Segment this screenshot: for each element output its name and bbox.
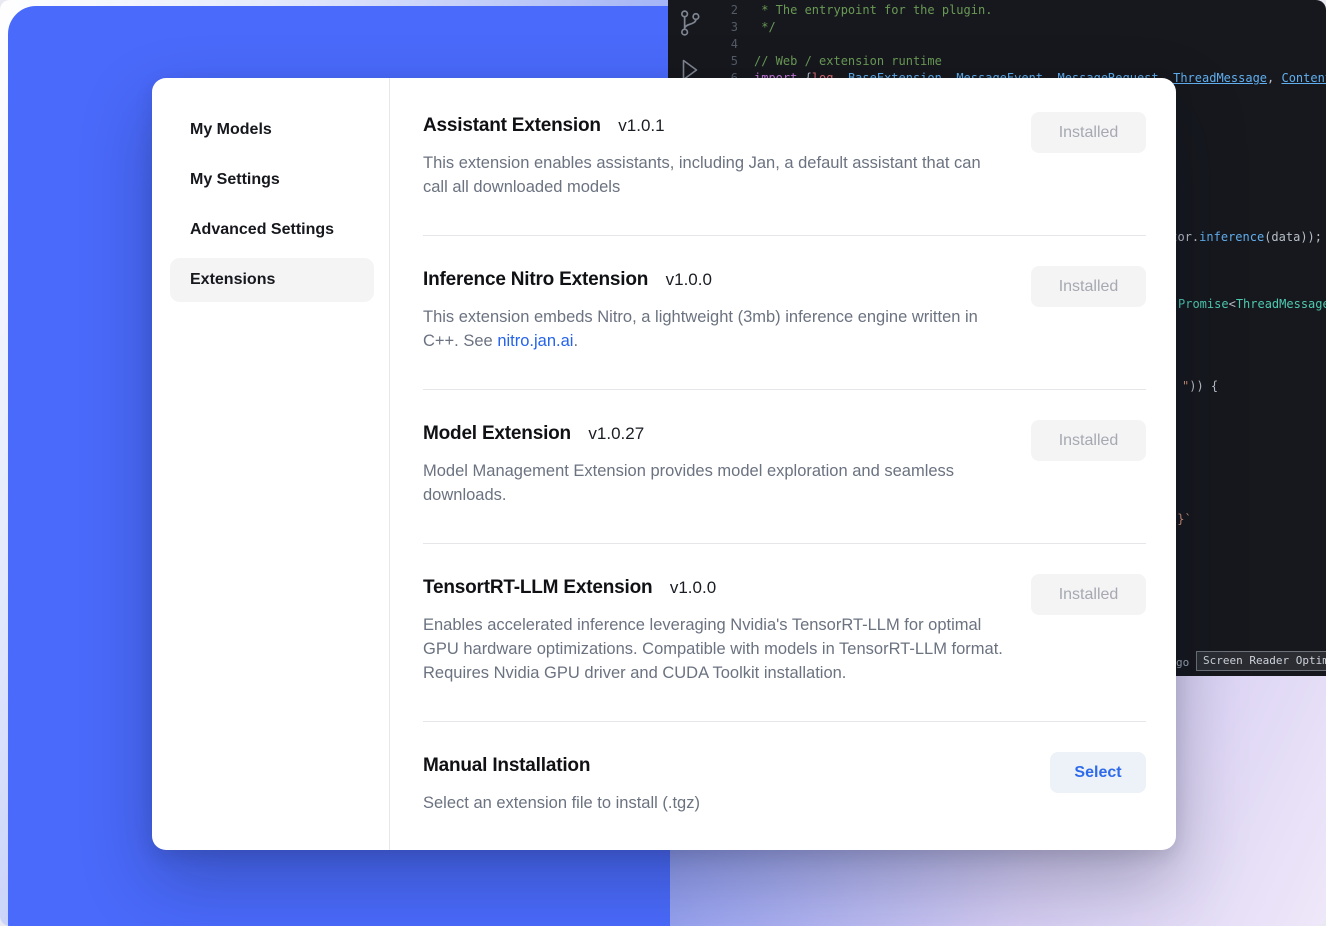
statusbar-text: go (1176, 656, 1189, 669)
extension-description: This extension embeds Nitro, a lightweig… (423, 305, 1003, 353)
settings-modal: My Models My Settings Advanced Settings … (152, 78, 1176, 850)
extension-info: TensortRT-LLM Extension v1.0.0 Enables a… (423, 574, 1003, 685)
extension-info: Model Extension v1.0.27 Model Management… (423, 420, 1003, 507)
code-fragment: rator.inference(data)); (1156, 229, 1322, 245)
sidebar-item-label: My Models (190, 121, 272, 139)
code-line: 5 // Web / extension runtime (712, 53, 1326, 70)
extension-version: v1.0.1 (618, 116, 664, 135)
extension-info: Inference Nitro Extension v1.0.0 This ex… (423, 266, 1003, 353)
code-fragment: ")) { (1182, 378, 1218, 394)
extension-info: Manual Installation Select an extension … (423, 752, 700, 815)
installed-button[interactable]: Installed (1031, 574, 1146, 615)
extension-title-line: TensortRT-LLM Extension v1.0.0 (423, 574, 1003, 603)
code-text: * The entrypoint for the plugin. (754, 2, 992, 19)
extension-name: TensortRT-LLM Extension (423, 577, 652, 598)
select-file-button[interactable]: Select (1050, 752, 1146, 793)
sidebar-item-label: Extensions (190, 271, 275, 289)
sidebar-item-my-settings[interactable]: My Settings (170, 158, 374, 202)
extension-name: Assistant Extension (423, 115, 601, 136)
extension-name: Model Extension (423, 423, 571, 444)
code-line: 2 * The entrypoint for the plugin. (712, 2, 1326, 19)
line-number: 2 (712, 2, 738, 19)
extension-description: This extension enables assistants, inclu… (423, 151, 1003, 199)
extension-description: Enables accelerated inference leveraging… (423, 613, 1003, 685)
extension-description: Model Management Extension provides mode… (423, 459, 1003, 507)
extension-title-line: Assistant Extension v1.0.1 (423, 112, 1003, 141)
extensions-panel: Assistant Extension v1.0.1 This extensio… (390, 78, 1176, 850)
extension-info: Assistant Extension v1.0.1 This extensio… (423, 112, 1003, 199)
settings-sidebar: My Models My Settings Advanced Settings … (152, 78, 390, 850)
line-number: 3 (712, 19, 738, 36)
extension-title-line: Inference Nitro Extension v1.0.0 (423, 266, 1003, 295)
sidebar-item-extensions[interactable]: Extensions (170, 258, 374, 302)
nitro-jan-ai-link[interactable]: nitro.jan.ai (497, 332, 573, 350)
code-fragment: Promise<ThreadMessage> (1178, 296, 1326, 312)
sidebar-item-advanced-settings[interactable]: Advanced Settings (170, 208, 374, 252)
code-line: 3 */ (712, 19, 1326, 36)
code-line: 4 (712, 36, 1326, 53)
code-text: */ (754, 19, 776, 36)
screen-reader-notice[interactable]: Screen Reader Optimize (1196, 651, 1326, 671)
manual-installation-description: Select an extension file to install (.tg… (423, 791, 700, 815)
desktop: 2 * The entrypoint for the plugin. 3 */ … (0, 0, 1326, 926)
manual-installation-title-line: Manual Installation (423, 752, 700, 781)
extension-version: v1.0.0 (666, 270, 712, 289)
line-number: 5 (712, 53, 738, 70)
description-text: . (573, 332, 578, 350)
installed-button[interactable]: Installed (1031, 420, 1146, 461)
sidebar-item-label: Advanced Settings (190, 221, 334, 239)
git-branch-icon[interactable] (677, 8, 703, 38)
sidebar-item-my-models[interactable]: My Models (170, 108, 374, 152)
extension-title-line: Model Extension v1.0.27 (423, 420, 1003, 449)
code-area: 2 * The entrypoint for the plugin. 3 */ … (712, 2, 1326, 87)
installed-button[interactable]: Installed (1031, 112, 1146, 153)
manual-installation-row: Manual Installation Select an extension … (423, 722, 1146, 815)
extension-version: v1.0.27 (588, 424, 644, 443)
installed-button[interactable]: Installed (1031, 266, 1146, 307)
extension-row-assistant: Assistant Extension v1.0.1 This extensio… (423, 112, 1146, 199)
extension-row-tensorrt-llm: TensortRT-LLM Extension v1.0.0 Enables a… (423, 544, 1146, 685)
line-number: 4 (712, 36, 738, 53)
extension-row-inference-nitro: Inference Nitro Extension v1.0.0 This ex… (423, 236, 1146, 353)
code-text: // Web / extension runtime (754, 53, 942, 70)
extension-row-model: Model Extension v1.0.27 Model Management… (423, 390, 1146, 507)
extension-name: Inference Nitro Extension (423, 269, 648, 290)
extension-version: v1.0.0 (670, 578, 716, 597)
manual-installation-title: Manual Installation (423, 755, 590, 776)
sidebar-item-label: My Settings (190, 171, 280, 189)
